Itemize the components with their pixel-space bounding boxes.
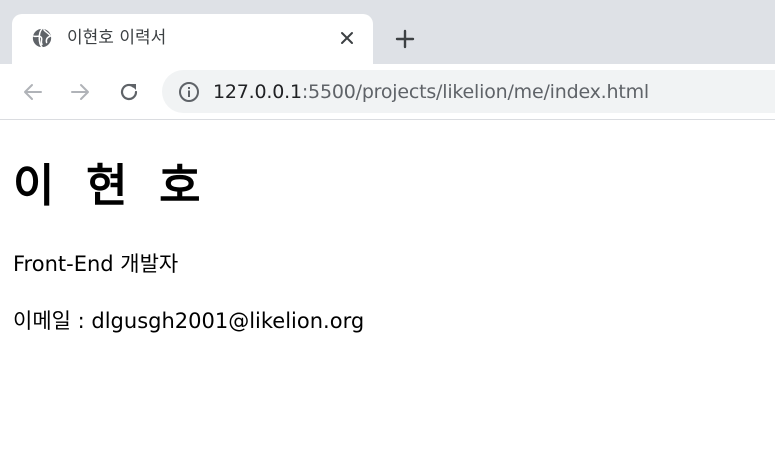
arrow-right-icon[interactable]: [67, 79, 93, 105]
tab-title: 이현호 이력서: [67, 28, 167, 48]
globe-icon: [32, 28, 52, 48]
url-path: :5500/projects/likelion/me/index.html: [301, 81, 649, 103]
plus-icon[interactable]: [393, 27, 417, 51]
browser-window: 이현호 이력서 127.0.0.1:5500/projects/likelion…: [0, 0, 775, 459]
reload-icon[interactable]: [116, 79, 142, 105]
browser-toolbar: 127.0.0.1:5500/projects/likelion/me/inde…: [0, 64, 775, 120]
url-text[interactable]: 127.0.0.1:5500/projects/likelion/me/inde…: [213, 79, 649, 105]
name-heading: 이 현 호: [13, 159, 209, 212]
url-host: 127.0.0.1: [213, 81, 302, 103]
tab-strip: 이현호 이력서: [0, 0, 775, 64]
email-text: 이메일 : dlgusgh2001@likelion.org: [13, 309, 365, 333]
arrow-left-icon[interactable]: [20, 79, 46, 105]
address-bar[interactable]: 127.0.0.1:5500/projects/likelion/me/inde…: [162, 70, 775, 113]
page-content: 이 현 호 Front-End 개발자 이메일 : dlgusgh2001@li…: [0, 120, 775, 459]
role-text: Front-End 개발자: [13, 252, 179, 276]
browser-tab[interactable]: 이현호 이력서: [12, 14, 373, 64]
close-icon[interactable]: [338, 29, 356, 47]
info-icon[interactable]: [178, 81, 200, 103]
